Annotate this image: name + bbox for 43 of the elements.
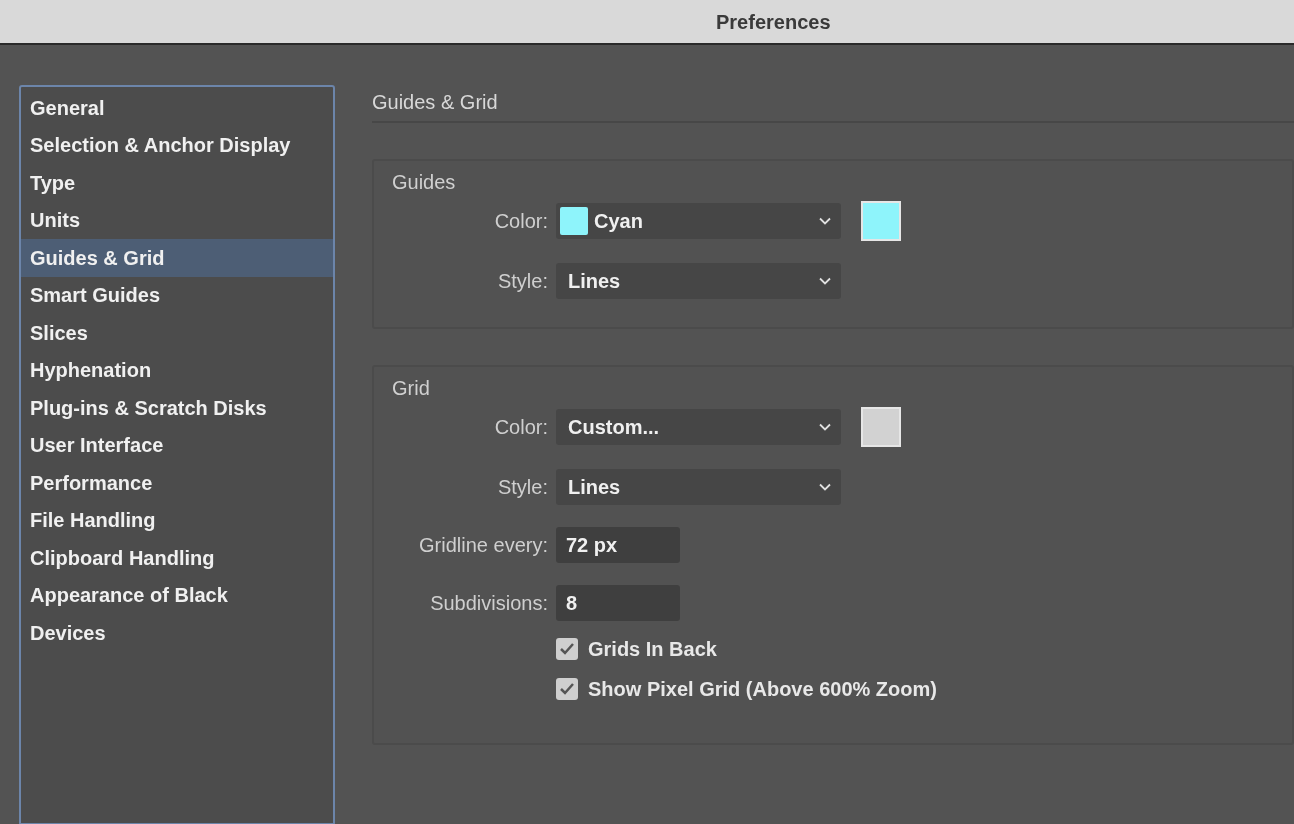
field-label: Color:	[494, 209, 548, 234]
field-label: Style:	[497, 475, 548, 500]
sidebar-item[interactable]: Smart Guides	[21, 276, 333, 314]
field-label: Gridline every:	[419, 533, 548, 558]
checkbox[interactable]	[556, 678, 578, 700]
sidebar-item[interactable]: User Interface	[21, 426, 333, 464]
sidebar-item[interactable]: Plug-ins & Scratch Disks	[21, 389, 333, 427]
chevron-down-icon	[819, 277, 831, 285]
checkmark-icon	[559, 682, 575, 696]
checkbox[interactable]	[556, 638, 578, 660]
group-title: Guides	[392, 170, 457, 195]
color-swatch[interactable]	[861, 407, 901, 447]
sidebar-item[interactable]: Devices	[21, 614, 333, 652]
dropdown[interactable]: Custom...	[556, 409, 841, 445]
sidebar-item[interactable]: Units	[21, 201, 333, 239]
dropdown[interactable]: Lines	[556, 263, 841, 299]
chevron-down-icon	[819, 217, 831, 225]
input-field[interactable]: 8	[556, 585, 680, 621]
sidebar-item[interactable]: Selection & Anchor Display	[21, 126, 333, 164]
dropdown[interactable]: Lines	[556, 469, 841, 505]
field-label: Style:	[497, 269, 548, 294]
checkbox-label: Show Pixel Grid (Above 600% Zoom)	[588, 677, 937, 702]
sidebar-item[interactable]: Type	[21, 164, 333, 202]
sidebar-item[interactable]: Guides & Grid	[21, 239, 333, 277]
field-label: Subdivisions:	[430, 591, 548, 616]
checkbox-label: Grids In Back	[588, 637, 717, 662]
sidebar-item[interactable]: File Handling	[21, 501, 333, 539]
sidebar-item[interactable]: Appearance of Black	[21, 576, 333, 614]
sidebar-item[interactable]: Performance	[21, 464, 333, 502]
dropdown[interactable]: Cyan	[556, 203, 841, 239]
sidebar-item[interactable]: Clipboard Handling	[21, 539, 333, 577]
input-field[interactable]: 72 px	[556, 527, 680, 563]
sidebar-item[interactable]: General	[21, 89, 333, 127]
section-title: Guides & Grid	[372, 91, 498, 113]
group-title: Grid	[392, 376, 431, 401]
chevron-down-icon	[819, 483, 831, 491]
sidebar-item[interactable]: Slices	[21, 314, 333, 352]
sidebar-item[interactable]: Hyphenation	[21, 351, 333, 389]
window-title: Preferences	[716, 9, 831, 35]
chevron-down-icon	[819, 423, 831, 431]
field-label: Color:	[494, 415, 548, 440]
color-swatch[interactable]	[861, 201, 901, 241]
checkmark-icon	[559, 642, 575, 656]
